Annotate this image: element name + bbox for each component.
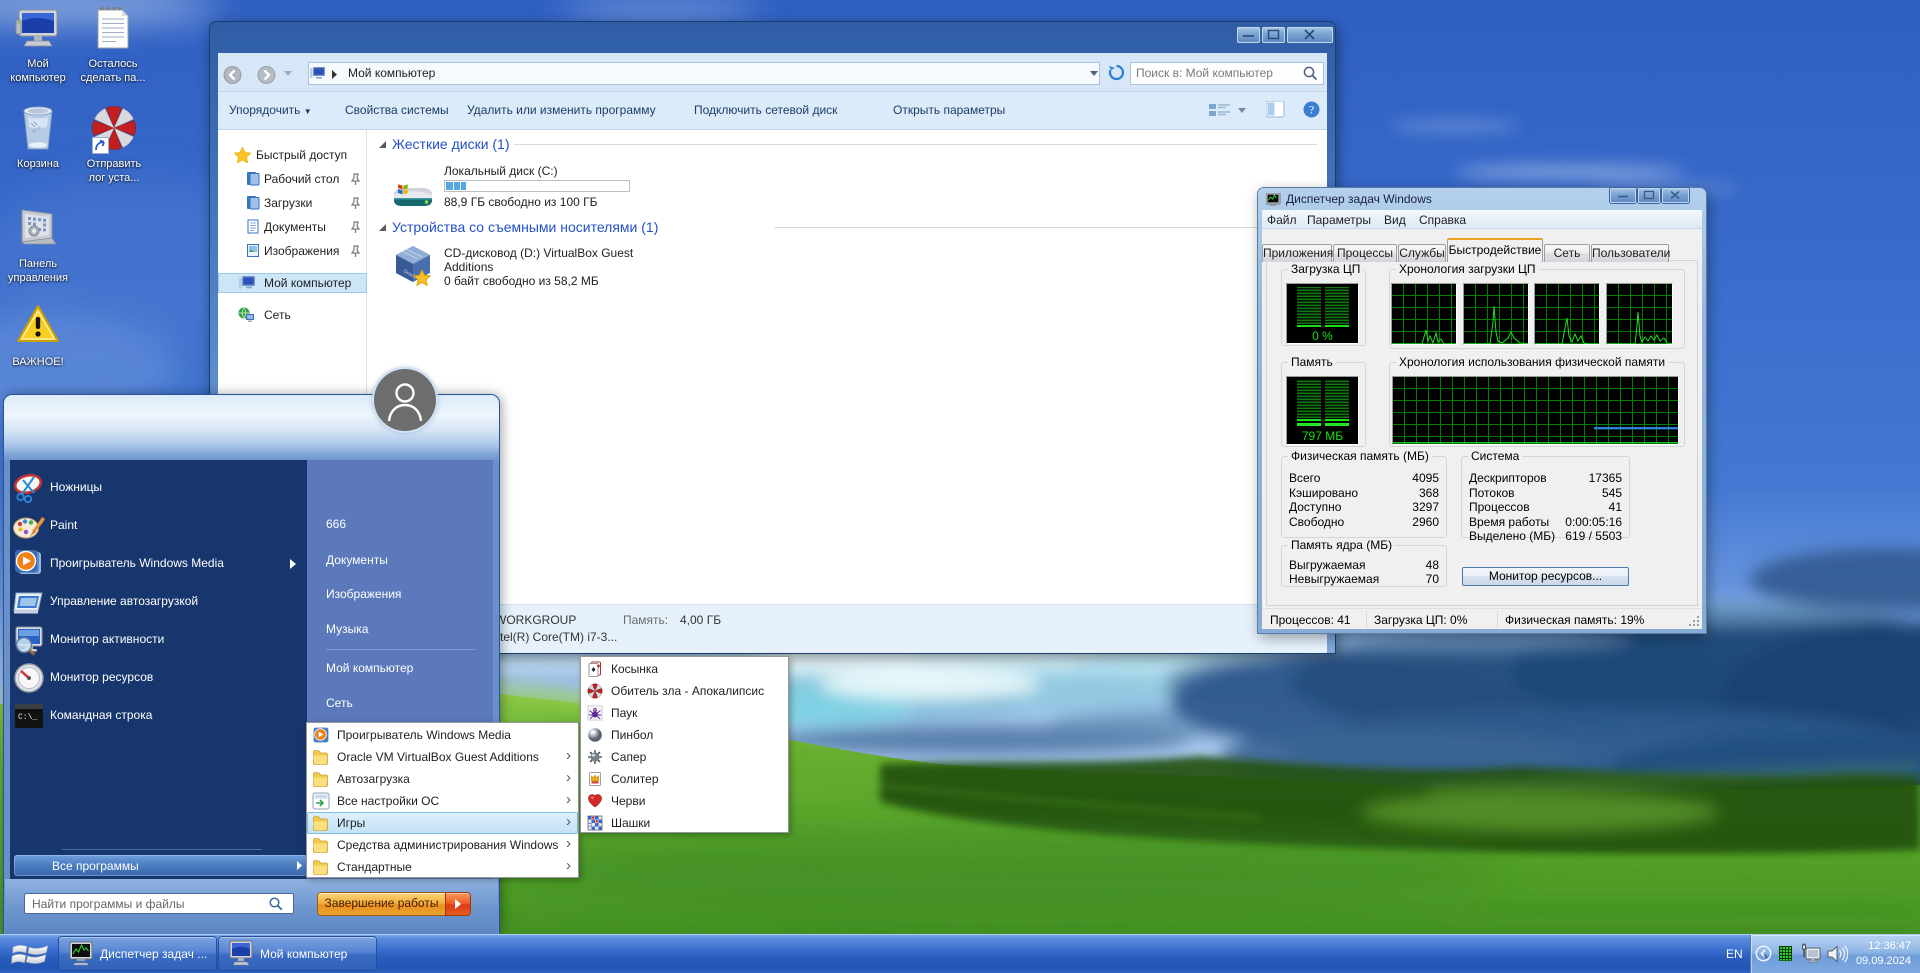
svg-text:C:\_: C:\_	[18, 713, 37, 722]
svg-text:?: ?	[1309, 103, 1314, 117]
